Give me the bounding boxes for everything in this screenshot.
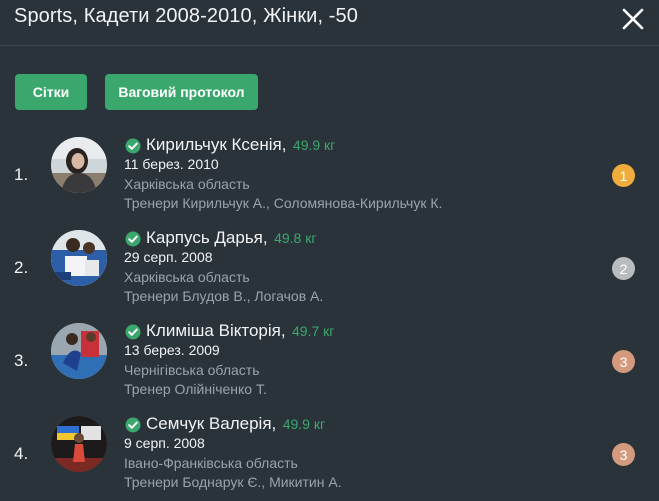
athlete-photo xyxy=(51,416,107,472)
athlete-name-line: Семчук Валерія, 49.9 кг xyxy=(146,414,325,434)
coaches: Тренери Боднарук Є., Микитин А. xyxy=(124,474,342,490)
athlete-name[interactable]: Семчук Валерія, xyxy=(146,414,276,433)
athlete-photo xyxy=(51,137,107,193)
region: Івано-Франківська область xyxy=(124,455,298,471)
athlete-weight: 49.9 кг xyxy=(292,137,336,153)
region: Чернігівська область xyxy=(124,362,260,378)
place-badge: 1 xyxy=(612,164,635,187)
rank-number: 2. xyxy=(14,258,29,277)
place-badge: 3 xyxy=(612,443,635,466)
coaches: Тренер Олійніченко Т. xyxy=(124,381,267,397)
coaches: Тренери Кирильчук А., Соломянова-Кирильч… xyxy=(124,195,443,211)
verified-check-icon xyxy=(125,417,141,433)
rank-number: 4. xyxy=(14,444,29,463)
athlete-name[interactable]: Карпусь Дарья, xyxy=(146,228,268,247)
birth-date: 11 берез. 2010 xyxy=(124,156,219,172)
athlete-name-line: Климіша Вікторія, 49.7 кг xyxy=(146,321,334,341)
athlete-photo xyxy=(51,323,107,379)
athlete-row: 4. Семчук Валерія, 49.9 кг 9 серп. 2008 … xyxy=(0,414,659,501)
birth-date: 13 берез. 2009 xyxy=(124,342,220,358)
athlete-name-line: Карпусь Дарья, 49.8 кг xyxy=(146,228,316,248)
coaches: Тренери Блудов В., Логачов А. xyxy=(124,288,324,304)
grids-button[interactable]: Сітки xyxy=(15,74,87,110)
region: Харківська область xyxy=(124,269,250,285)
athlete-photo xyxy=(51,230,107,286)
rank-number: 1. xyxy=(14,165,29,184)
birth-date: 29 серп. 2008 xyxy=(124,249,213,265)
athlete-weight: 49.9 кг xyxy=(282,416,326,432)
rank-number: 3. xyxy=(14,351,29,370)
weigh-protocol-button[interactable]: Ваговий протокол xyxy=(105,74,258,110)
athlete-row: 2. Карпусь Дарья, 49.8 кг 29 серп. 2008 … xyxy=(0,228,659,320)
athlete-name[interactable]: Кирильчук Ксенія, xyxy=(146,135,286,154)
verified-check-icon xyxy=(125,138,141,154)
region: Харківська область xyxy=(124,176,250,192)
athlete-row: 1. Кирильчук Ксенія, 49.9 кг 11 берез. 2… xyxy=(0,135,659,227)
athlete-name[interactable]: Климіша Вікторія, xyxy=(146,321,286,340)
athlete-row: 3. Климіша Вікторія, 49.7 кг 13 берез. 2… xyxy=(0,321,659,413)
close-icon[interactable] xyxy=(620,6,646,32)
verified-check-icon xyxy=(125,324,141,340)
athlete-name-line: Кирильчук Ксенія, 49.9 кг xyxy=(146,135,335,155)
athlete-weight: 49.8 кг xyxy=(274,230,317,246)
verified-check-icon xyxy=(125,231,141,247)
page-title: Sports, Кадети 2008-2010, Жінки, -50 xyxy=(14,5,358,27)
birth-date: 9 серп. 2008 xyxy=(124,435,205,451)
place-badge: 3 xyxy=(612,350,635,373)
modal-header: Sports, Кадети 2008-2010, Жінки, -50 xyxy=(0,0,659,46)
athlete-weight: 49.7 кг xyxy=(292,323,335,339)
place-badge: 2 xyxy=(612,257,635,280)
